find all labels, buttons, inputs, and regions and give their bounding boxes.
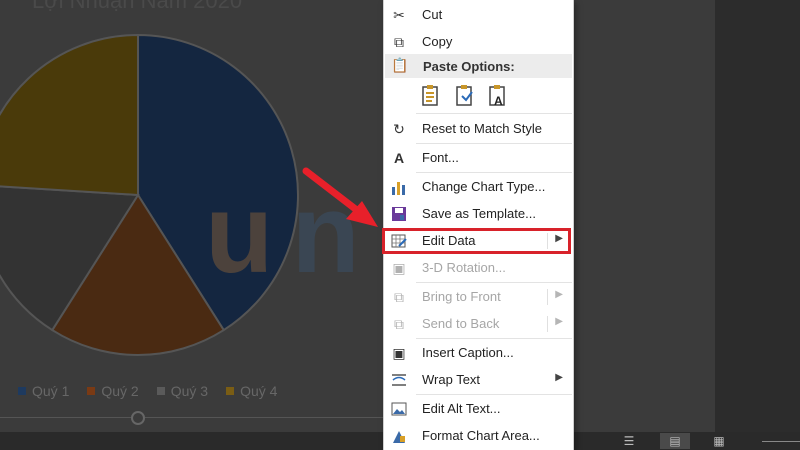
menu-item-cut[interactable]: ✂ Cut <box>384 2 573 28</box>
menu-item-font[interactable]: A Font... <box>384 145 573 171</box>
menu-separator <box>416 172 572 173</box>
menu-item-label: Edit Alt Text... <box>422 401 501 416</box>
menu-item-label: Copy <box>422 34 453 49</box>
legend-item: Quý 4 <box>226 383 277 399</box>
menu-item-save-template[interactable]: Save as Template... <box>384 201 573 227</box>
caption-icon: ▣ <box>392 345 406 361</box>
highlight-frame <box>382 228 571 254</box>
menu-item-label: 3-D Rotation... <box>422 260 506 275</box>
menu-item-reset-style[interactable]: ↻ Reset to Match Style <box>384 116 573 142</box>
menu-item-change-chart-type[interactable]: Change Chart Type... <box>384 174 573 200</box>
font-icon: A <box>393 150 405 166</box>
read-mode-icon[interactable]: ☰ <box>614 433 644 449</box>
menu-item-send-back: ⧉ Send to Back ▶ <box>384 311 573 337</box>
save-template-icon <box>390 205 408 223</box>
menu-separator <box>416 394 572 395</box>
menu-item-label: Send to Back <box>422 316 500 331</box>
menu-item-label: Wrap Text <box>422 372 481 387</box>
menu-item-copy[interactable]: ⧉ Copy <box>384 29 573 55</box>
bar-chart-icon <box>390 178 408 196</box>
menu-item-label: Font... <box>422 150 459 165</box>
menu-item-edit-alt-text[interactable]: Edit Alt Text... <box>384 396 573 422</box>
menu-item-format-chart-area[interactable]: Format Chart Area... <box>384 423 573 449</box>
legend-swatch <box>87 387 96 395</box>
menu-item-label: Save as Template... <box>422 206 536 221</box>
legend-swatch <box>156 387 165 395</box>
legend-label: Quý 3 <box>170 383 209 399</box>
menu-item-label: Insert Caption... <box>422 345 514 360</box>
menu-item-bring-front: ⧉ Bring to Front ▶ <box>384 284 573 310</box>
pie-slice-4[interactable] <box>0 33 139 197</box>
scissors-icon: ✂ <box>393 7 405 23</box>
chevron-right-icon: ▶ <box>555 316 563 327</box>
watermark-first: u <box>205 171 292 296</box>
svg-text:A: A <box>494 94 503 108</box>
alt-text-icon <box>390 400 408 418</box>
print-layout-icon[interactable]: ▤ <box>660 433 690 449</box>
legend-item: Quý 2 <box>87 383 139 399</box>
submenu-divider <box>547 316 548 332</box>
menu-item-3d-rotation: ▣ 3-D Rotation... <box>384 255 573 281</box>
menu-item-label: Reset to Match Style <box>422 121 542 136</box>
paste-options-label: Paste Options: <box>423 59 515 74</box>
copy-icon: ⧉ <box>394 34 404 50</box>
wrap-text-icon <box>390 371 408 389</box>
legend-label: Quý 2 <box>101 383 139 399</box>
menu-item-label: Bring to Front <box>422 289 501 304</box>
menu-separator <box>416 338 572 339</box>
web-layout-icon[interactable]: ▦ <box>704 433 734 449</box>
menu-separator <box>416 143 572 144</box>
chevron-right-icon: ▶ <box>555 289 563 300</box>
menu-item-insert-caption[interactable]: ▣ Insert Caption... <box>384 340 573 366</box>
legend-item: Quý 1 <box>18 383 69 399</box>
menu-separator <box>416 282 572 283</box>
document-margin <box>715 0 800 432</box>
legend-swatch <box>18 387 26 395</box>
menu-item-label: Format Chart Area... <box>422 428 540 443</box>
menu-separator <box>416 113 572 114</box>
paste-text-only-icon[interactable]: A <box>485 84 511 110</box>
paste-options-header: 📋 Paste Options: <box>385 54 572 78</box>
legend-label: Quý 4 <box>240 383 278 399</box>
chart-resize-handle[interactable] <box>131 411 145 425</box>
context-menu: ✂ Cut ⧉ Copy 📋 Paste Options: A ↻ Reset … <box>383 0 574 450</box>
zoom-slider[interactable] <box>762 441 800 442</box>
chart-legend: Quý 1 Quý 2 Quý 3 Quý 4 <box>18 383 277 399</box>
format-chart-icon <box>390 427 408 445</box>
reset-style-icon: ↻ <box>393 121 405 137</box>
chart-selection-border <box>0 417 385 418</box>
menu-item-label: Change Chart Type... <box>422 179 546 194</box>
legend-swatch <box>226 387 235 395</box>
rotation-3d-icon: ▣ <box>392 260 406 276</box>
send-back-icon: ⧉ <box>394 316 404 332</box>
paste-use-destination-icon[interactable] <box>452 84 478 110</box>
legend-item: Quý 3 <box>156 383 209 399</box>
submenu-divider <box>547 289 548 305</box>
paste-keep-formatting-icon[interactable] <box>418 84 444 110</box>
pointer-arrow-icon <box>302 167 378 227</box>
menu-item-label: Cut <box>422 7 443 22</box>
clipboard-icon: 📋 <box>391 57 409 73</box>
menu-item-wrap-text[interactable]: Wrap Text ▶ <box>384 367 573 393</box>
legend-label: Quý 1 <box>32 383 70 399</box>
bring-front-icon: ⧉ <box>394 289 404 305</box>
chevron-right-icon: ▶ <box>555 372 563 383</box>
